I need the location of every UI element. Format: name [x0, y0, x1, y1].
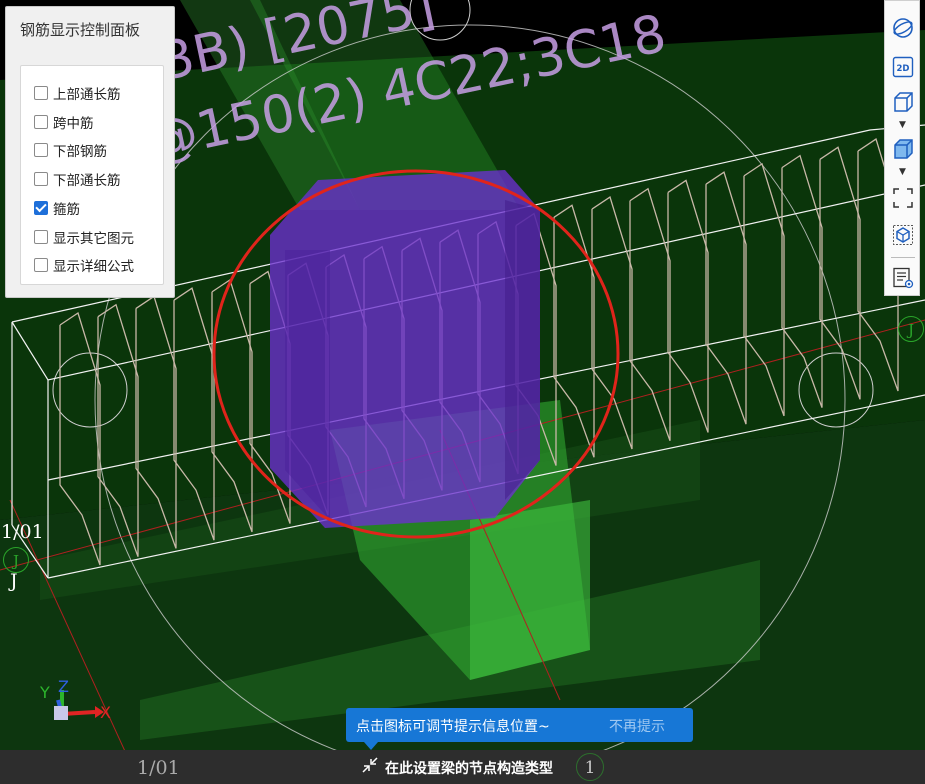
checkbox[interactable]: [34, 201, 48, 215]
tip-arrow: [364, 742, 378, 750]
checkbox[interactable]: [34, 86, 48, 100]
option-show-detailed-formula[interactable]: 显示详细公式: [34, 254, 134, 276]
option-label: 箍筋: [53, 202, 80, 218]
axis-bubble-j-right: J: [898, 316, 924, 342]
checkbox[interactable]: [34, 258, 48, 272]
checkbox[interactable]: [34, 115, 48, 129]
detail-list-icon: [893, 267, 914, 289]
option-label: 下部钢筋: [53, 144, 107, 160]
checkbox[interactable]: [34, 230, 48, 244]
svg-text:X: X: [100, 703, 111, 722]
node-setting-link[interactable]: 在此设置梁的节点构造类型: [385, 758, 553, 778]
green-column-lower-face: [470, 500, 590, 680]
option-label: 跨中筋: [53, 116, 94, 132]
option-label: 显示其它图元: [53, 231, 134, 247]
rebar-option-list: 上部通长筋 跨中筋 下部钢筋 下部通长筋 箍筋 显示其它图元 显示详细公式: [20, 65, 164, 285]
option-label: 下部通长筋: [53, 173, 121, 189]
checkbox[interactable]: [34, 172, 48, 186]
option-show-other-elements[interactable]: 显示其它图元: [34, 226, 134, 248]
purple-beam-column-node[interactable]: [270, 170, 540, 528]
option-bottom-continuous-bar[interactable]: 下部通长筋: [34, 168, 121, 190]
option-midspan-bar[interactable]: 跨中筋: [34, 111, 94, 133]
wireframe-box-icon: [894, 92, 913, 112]
option-top-continuous-bar[interactable]: 上部通长筋: [34, 82, 121, 104]
axis-label-bottom: 1/01: [137, 757, 180, 779]
chevron-down-icon[interactable]: ▼: [899, 168, 906, 177]
axis-label-left: 1/01: [1, 521, 44, 543]
axis-bubble-bottom: 1: [576, 753, 604, 781]
element-view-button[interactable]: [892, 224, 914, 246]
option-bottom-bar[interactable]: 下部钢筋: [34, 139, 107, 161]
rebar-display-panel: 钢筋显示控制面板 上部通长筋 跨中筋 下部钢筋 下部通长筋 箍筋 显示其它图元 …: [5, 6, 175, 298]
collapse-arrows-icon[interactable]: [361, 756, 379, 774]
option-label: 上部通长筋: [53, 87, 121, 103]
detail-list-button[interactable]: [892, 267, 914, 289]
axis-label-j-left: J: [10, 570, 18, 592]
view-2d-button[interactable]: 2D: [892, 56, 914, 78]
view-toolbar: 2D ▼ ▼: [884, 0, 920, 296]
option-stirrup[interactable]: 箍筋: [34, 197, 80, 219]
element-view-icon: [893, 225, 913, 245]
toolbar-divider: [891, 257, 915, 258]
orbit-icon: [893, 18, 913, 38]
solid-view-button[interactable]: [892, 138, 914, 160]
panel-title: 钢筋显示控制面板: [20, 21, 141, 39]
option-label: 显示详细公式: [53, 259, 134, 275]
svg-text:Z: Z: [58, 677, 69, 696]
tip-message: 点击图标可调节提示信息位置~: [356, 719, 550, 735]
checkbox[interactable]: [34, 143, 48, 157]
view-2d-icon: 2D: [892, 56, 914, 78]
wireframe-view-button[interactable]: [892, 91, 914, 113]
chevron-down-icon[interactable]: ▼: [899, 121, 906, 130]
svg-text:Y: Y: [39, 683, 50, 702]
svg-text:2D: 2D: [897, 64, 910, 74]
tip-balloon: 点击图标可调节提示信息位置~ 不再提示: [346, 708, 693, 750]
fit-view-button[interactable]: [892, 187, 914, 209]
solid-box-icon: [894, 139, 913, 159]
orbit-button[interactable]: [892, 17, 914, 39]
fit-view-icon: [893, 188, 913, 208]
tip-dismiss-link[interactable]: 不再提示: [609, 716, 665, 736]
